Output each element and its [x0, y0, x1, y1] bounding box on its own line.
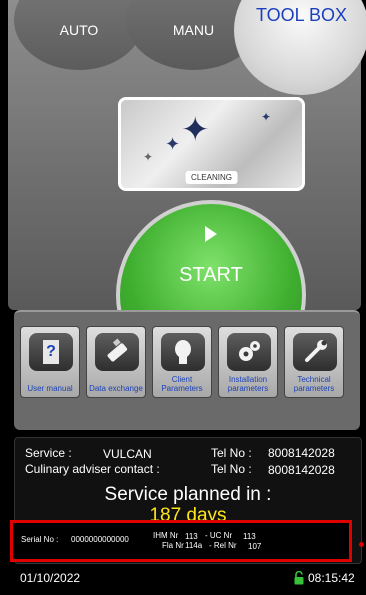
technical-parameters-button[interactable]: Technical parameters [284, 326, 344, 398]
service-planned-label: Service planned in : [104, 484, 272, 505]
tab-auto[interactable]: AUTO [14, 0, 144, 70]
usb-stick-icon [95, 333, 139, 371]
tab-manu-label: MANU [172, 22, 215, 38]
uc-value: 113 [243, 532, 256, 541]
contact-label: Culinary adviser contact : [25, 462, 160, 476]
contact-tel-value: 8008142028 [268, 463, 335, 477]
user-manual-label: User manual [27, 384, 73, 393]
technical-parameters-label: Technical parameters [293, 375, 335, 393]
mode-panel: AUTO MANU TOOL BOX ✦ ✦ ✦ ✦ CLEANING STAR… [8, 0, 366, 390]
fla-label: Fla Nr [162, 541, 184, 550]
contact-tel-label: Tel No : [211, 462, 252, 476]
wrench-icon [293, 333, 337, 371]
unlock-icon[interactable] [294, 571, 304, 585]
serial-label: Serial No : [21, 535, 59, 544]
user-manual-button[interactable]: ? User manual [20, 326, 80, 398]
installation-parameters-button[interactable]: Installation parameters [218, 326, 278, 398]
tools-panel: ? User manual Data exchange Client Param… [14, 310, 360, 430]
sparkle-icon: ✦ [165, 134, 181, 154]
ihm-label: IHM Nr [153, 531, 179, 540]
data-exchange-label: Data exchange [89, 384, 143, 393]
svg-text:?: ? [46, 343, 56, 360]
rel-value: 107 [248, 542, 262, 551]
service-name: VULCAN [103, 447, 152, 461]
ihm-value: 113 [185, 532, 198, 541]
person-head-icon [161, 333, 205, 371]
start-label: START [179, 264, 243, 286]
tab-auto-label: AUTO [59, 22, 99, 38]
serial-info-box: Serial No : 0000000000000 IHM Nr 113 - U… [10, 520, 352, 562]
client-parameters-label: Client Parameters [161, 375, 203, 393]
rel-label: - Rel Nr [209, 541, 237, 550]
help-manual-icon: ? [29, 333, 73, 371]
tel-label: Tel No : [211, 446, 252, 460]
installation-parameters-label: Installation parameters [227, 375, 269, 393]
time-display: 08:15:42 [308, 571, 355, 585]
cleaning-label: CLEANING [185, 171, 238, 184]
service-label: Service : [25, 446, 72, 460]
highlight-marker [359, 542, 364, 547]
gears-icon [227, 333, 271, 371]
tab-toolbox-label: TOOL BOX [255, 5, 348, 25]
client-parameters-button[interactable]: Client Parameters [152, 326, 212, 398]
tel-value: 8008142028 [268, 446, 335, 460]
cleaning-program-card[interactable]: ✦ ✦ ✦ ✦ CLEANING [118, 97, 305, 191]
sparkle-icon: ✦ [181, 111, 210, 149]
date-display: 01/10/2022 [20, 571, 81, 585]
uc-label: - UC Nr [205, 531, 233, 540]
sparkle-icon: ✦ [143, 150, 154, 164]
data-exchange-button[interactable]: Data exchange [86, 326, 146, 398]
play-icon [205, 226, 217, 242]
oven-control-screen: AUTO MANU TOOL BOX ✦ ✦ ✦ ✦ CLEANING STAR… [0, 0, 366, 595]
fla-value: 114a [185, 541, 203, 550]
serial-value: 0000000000000 [71, 535, 129, 544]
sparkle-icon: ✦ [261, 110, 272, 124]
status-bar: 01/10/2022 08:15:42 [14, 566, 360, 594]
tab-toolbox[interactable]: TOOL BOX [234, 0, 366, 95]
